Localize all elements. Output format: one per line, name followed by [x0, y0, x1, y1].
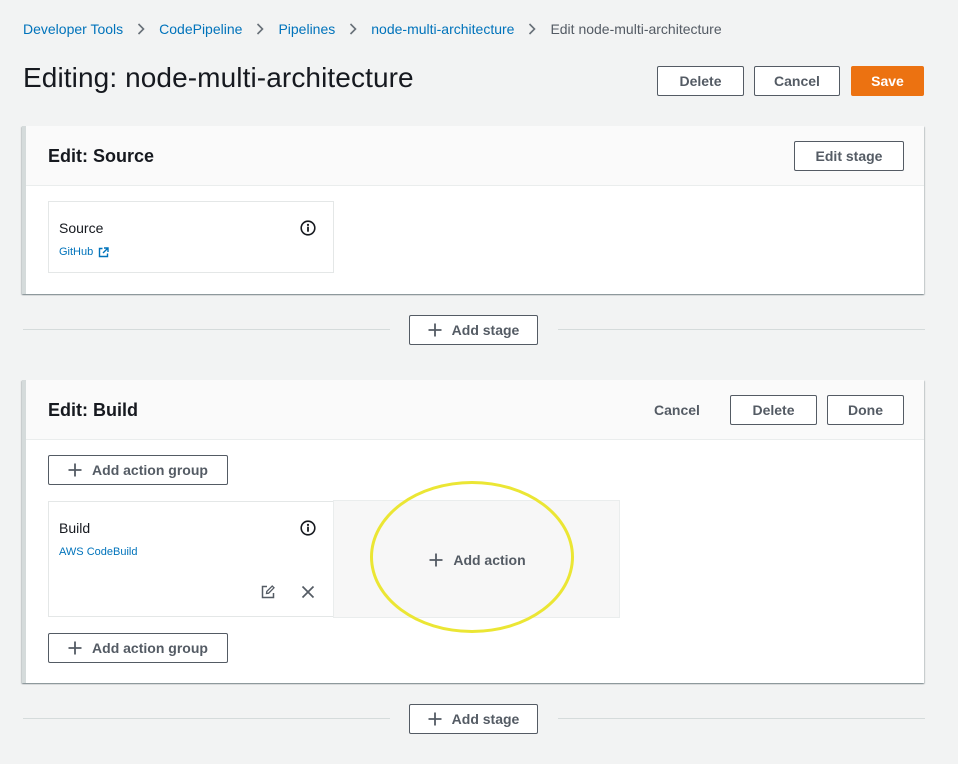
edit-stage-button[interactable]: Edit stage	[794, 141, 904, 171]
add-stage-button[interactable]: Add stage	[409, 315, 538, 345]
build-stage-header: Edit: Build Cancel Delete Done	[26, 380, 924, 440]
breadcrumb-pipeline-name[interactable]: node-multi-architecture	[371, 21, 514, 37]
source-stage: Edit: Source Edit stage Source GitHub	[22, 126, 924, 294]
source-provider-label: GitHub	[59, 246, 94, 258]
breadcrumb: Developer Tools CodePipeline Pipelines n…	[23, 21, 722, 37]
edit-icon[interactable]	[261, 585, 275, 599]
source-stage-title: Edit: Source	[48, 146, 155, 166]
plus-icon	[428, 712, 442, 726]
add-action-group-label: Add action group	[92, 462, 208, 478]
add-action-group-button[interactable]: Add action group	[48, 455, 228, 485]
build-provider-link[interactable]: AWS CodeBuild	[59, 546, 137, 558]
source-action-card[interactable]: Source GitHub	[48, 201, 334, 273]
close-icon[interactable]	[301, 585, 315, 599]
breadcrumb-developer-tools[interactable]: Developer Tools	[23, 21, 123, 37]
add-action-group-button-bottom[interactable]: Add action group	[48, 633, 228, 663]
breadcrumb-codepipeline[interactable]: CodePipeline	[159, 21, 242, 37]
info-icon[interactable]	[300, 220, 316, 236]
divider-line	[23, 718, 390, 719]
page-title: Editing: node-multi-architecture	[23, 62, 414, 93]
add-stage-button-bottom[interactable]: Add stage	[409, 704, 538, 734]
delete-pipeline-button[interactable]: Delete	[657, 66, 744, 96]
plus-icon	[68, 463, 82, 477]
divider-line	[23, 329, 390, 330]
source-action-name: Source	[59, 220, 104, 236]
highlight-circle	[370, 481, 574, 633]
build-action-name: Build	[59, 520, 91, 536]
delete-stage-button[interactable]: Delete	[730, 395, 817, 425]
breadcrumb-current: Edit node-multi-architecture	[550, 21, 722, 37]
info-icon[interactable]	[300, 520, 316, 536]
breadcrumb-pipelines[interactable]: Pipelines	[278, 21, 335, 37]
chevron-right-icon	[335, 23, 371, 35]
done-button[interactable]: Done	[827, 395, 904, 425]
build-stage-title: Edit: Build	[48, 400, 138, 420]
chevron-right-icon	[514, 23, 550, 35]
plus-icon	[68, 641, 82, 655]
add-stage-label: Add stage	[451, 322, 520, 338]
cancel-button[interactable]: Cancel	[754, 66, 840, 96]
cancel-stage-button[interactable]: Cancel	[638, 395, 716, 425]
build-action-card[interactable]: Build AWS CodeBuild	[48, 501, 334, 617]
source-provider-link[interactable]: GitHub	[59, 246, 109, 258]
divider-line	[558, 329, 925, 330]
add-stage-label: Add stage	[451, 711, 520, 727]
divider-line	[558, 718, 925, 719]
external-link-icon	[98, 246, 109, 258]
save-button[interactable]: Save	[851, 66, 924, 96]
chevron-right-icon	[123, 23, 159, 35]
chevron-right-icon	[242, 23, 278, 35]
source-stage-header: Edit: Source Edit stage	[26, 126, 924, 186]
add-action-group-label: Add action group	[92, 640, 208, 656]
plus-icon	[428, 323, 442, 337]
